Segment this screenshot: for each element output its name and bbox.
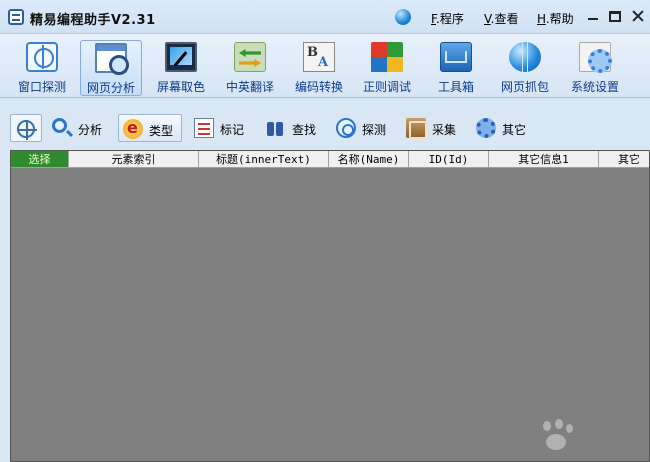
column-header-other[interactable]: 其它 [599, 151, 649, 167]
collect-icon [406, 118, 427, 139]
other-icon [476, 118, 496, 138]
tool-label: 编码转换 [294, 80, 343, 94]
tool-label: 中英翻译 [225, 80, 274, 94]
window-probe-icon [26, 42, 58, 72]
column-header-name[interactable]: 名称(Name) [329, 151, 409, 167]
tool-label: 窗口探测 [17, 80, 66, 94]
element-grid[interactable]: 选择 元素索引 标题(innerText) 名称(Name) ID(Id) 其它… [10, 150, 650, 462]
column-header-id[interactable]: ID(Id) [409, 151, 489, 167]
watermark-paw-icon [537, 419, 577, 451]
mark-icon [194, 118, 214, 138]
menu-program[interactable]: F.程序 [431, 10, 464, 27]
column-header-select[interactable]: 选择 [11, 151, 69, 167]
title-bar: 精易编程助手V2.31 F.程序 V.查看 H.帮助 [0, 0, 650, 34]
main-toolbar: 窗口探测 网页分析 屏幕取色 中英翻译 编码转换 正则调试 工具箱 网页抓包 系… [0, 34, 650, 98]
tool-packet-capture[interactable]: 网页抓包 [494, 40, 556, 96]
probe-label: 探测 [362, 123, 387, 137]
mark-label: 标记 [220, 123, 245, 137]
other-button[interactable]: 其它 [472, 114, 536, 142]
tool-label: 正则调试 [362, 80, 411, 94]
find-icon [266, 118, 286, 138]
tool-label: 屏幕取色 [156, 80, 205, 94]
tool-label: 系统设置 [570, 80, 619, 94]
tool-screen-color[interactable]: 屏幕取色 [150, 40, 212, 96]
crosshair-icon [17, 120, 37, 140]
translate-icon [234, 42, 266, 72]
tool-regex[interactable]: 正则调试 [356, 40, 418, 96]
crosshair-button[interactable] [10, 114, 42, 142]
tool-window-probe[interactable]: 窗口探测 [10, 40, 74, 96]
find-button[interactable]: 查找 [262, 114, 326, 142]
type-button[interactable]: 类型 [118, 114, 182, 142]
type-icon [123, 118, 143, 139]
tool-web-analyze[interactable]: 网页分析 [80, 40, 142, 96]
tool-label: 网页抓包 [500, 80, 549, 94]
web-analyze-icon [95, 43, 129, 75]
type-label: 类型 [149, 124, 174, 138]
tool-toolbox[interactable]: 工具箱 [428, 40, 484, 96]
mark-button[interactable]: 标记 [190, 114, 254, 142]
menu-view[interactable]: V.查看 [484, 10, 519, 27]
tool-encoding[interactable]: 编码转换 [288, 40, 350, 96]
tool-label: 网页分析 [86, 81, 135, 95]
close-button[interactable] [631, 9, 645, 23]
analyze-button[interactable]: 分析 [48, 114, 110, 142]
encoding-convert-icon [303, 42, 335, 72]
column-header-element-index[interactable]: 元素索引 [69, 151, 199, 167]
column-header-title[interactable]: 标题(innerText) [199, 151, 329, 167]
menu-help[interactable]: H.帮助 [537, 10, 574, 27]
window-title: 精易编程助手V2.31 [30, 13, 156, 28]
toolbox-icon [440, 42, 472, 72]
maximize-button[interactable] [609, 11, 621, 22]
tool-translate[interactable]: 中英翻译 [218, 40, 282, 96]
sub-toolbar: 分析 类型 标记 查找 探测 采集 其它 [0, 108, 650, 148]
find-label: 查找 [292, 123, 317, 137]
probe-icon [336, 118, 356, 138]
other-label: 其它 [502, 123, 527, 137]
column-header-other-info1[interactable]: 其它信息1 [489, 151, 599, 167]
grid-header: 选择 元素索引 标题(innerText) 名称(Name) ID(Id) 其它… [11, 151, 649, 168]
skin-icon[interactable] [395, 9, 411, 25]
probe-button[interactable]: 探测 [332, 114, 396, 142]
collect-label: 采集 [432, 123, 457, 137]
collect-button[interactable]: 采集 [402, 114, 466, 142]
minimize-button[interactable] [586, 9, 600, 23]
analyze-icon [52, 118, 67, 133]
regex-debug-icon [371, 42, 403, 72]
analyze-label: 分析 [78, 123, 103, 137]
screen-color-picker-icon [165, 42, 197, 72]
packet-capture-icon [509, 42, 541, 72]
tool-system-settings[interactable]: 系统设置 [564, 40, 626, 96]
system-settings-icon [579, 42, 612, 73]
tool-label: 工具箱 [437, 80, 474, 94]
app-icon [8, 9, 24, 25]
